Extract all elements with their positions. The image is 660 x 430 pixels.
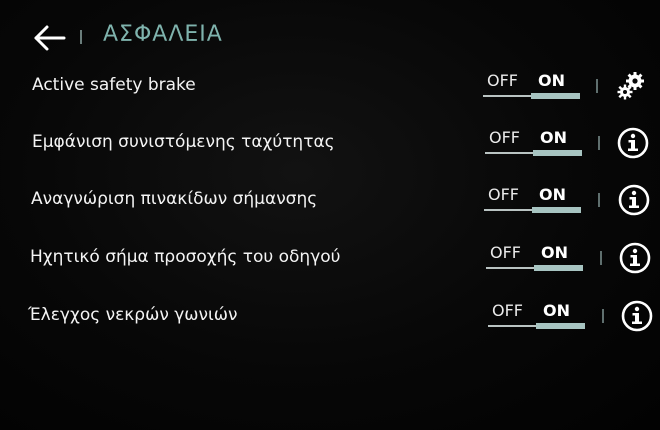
page-title: ΑΣΦΑΛΕΙΑ xyxy=(103,22,223,47)
header-divider xyxy=(80,30,82,44)
gears-icon xyxy=(617,72,644,100)
toggle-indicator-on xyxy=(533,150,582,156)
toggle-on-label[interactable]: ON xyxy=(539,185,566,204)
info-button[interactable] xyxy=(617,183,651,217)
toggle-indicator-on xyxy=(532,207,581,213)
setting-label: Αναγνώριση πινακίδων σήμανσης xyxy=(31,189,318,209)
row-divider xyxy=(596,79,598,93)
setting-row-driver-attention-alert: Ηχητικό σήμα προσοχής του οδηγού OFF ON xyxy=(0,229,660,285)
setting-label: Ηχητικό σήμα προσοχής του οδηγού xyxy=(30,247,341,267)
info-icon xyxy=(621,300,653,332)
toggle-indicator-on xyxy=(534,265,583,271)
setting-row-traffic-sign-recognition: Αναγνώριση πινακίδων σήμανσης OFF ON xyxy=(0,171,660,227)
info-icon xyxy=(618,184,650,216)
setting-label: Active safety brake xyxy=(32,75,196,95)
toggle-driver-attention-alert[interactable]: OFF ON xyxy=(486,241,584,277)
arrow-left-icon xyxy=(34,25,66,51)
toggle-off-label[interactable]: OFF xyxy=(490,243,521,262)
setting-row-active-safety-brake: Active safety brake OFF ON xyxy=(0,57,660,113)
toggle-indicator-on xyxy=(531,93,580,99)
info-button[interactable] xyxy=(616,126,650,160)
toggle-active-safety-brake[interactable]: OFF ON xyxy=(483,69,581,105)
setting-row-blind-spot-monitoring: Έλεγχος νεκρών γωνιών OFF ON xyxy=(0,287,660,343)
safety-settings-screen: ΑΣΦΑΛΕΙΑ Active safety brake OFF ON Εμφά… xyxy=(0,0,660,430)
setting-label: Έλεγχος νεκρών γωνιών xyxy=(28,305,238,325)
row-divider xyxy=(600,251,602,265)
toggle-on-label[interactable]: ON xyxy=(543,301,570,320)
toggle-on-label[interactable]: ON xyxy=(538,71,565,90)
row-divider xyxy=(598,193,600,207)
info-button[interactable] xyxy=(620,299,654,333)
setting-row-recommended-speed: Εμφάνιση συνιστόμενης ταχύτητας OFF ON xyxy=(0,114,660,170)
info-button[interactable] xyxy=(618,241,652,275)
info-icon xyxy=(617,127,649,159)
toggle-recommended-speed[interactable]: OFF ON xyxy=(485,126,583,162)
setting-label: Εμφάνιση συνιστόμενης ταχύτητας xyxy=(32,132,335,152)
toggle-on-label[interactable]: ON xyxy=(540,128,567,147)
toggle-off-label[interactable]: OFF xyxy=(487,71,518,90)
toggle-off-label[interactable]: OFF xyxy=(488,185,519,204)
row-divider xyxy=(602,309,604,323)
toggle-traffic-sign-recognition[interactable]: OFF ON xyxy=(484,183,582,219)
toggle-indicator-on xyxy=(536,323,585,329)
row-divider xyxy=(598,136,600,150)
toggle-off-label[interactable]: OFF xyxy=(489,128,520,147)
toggle-blind-spot-monitoring[interactable]: OFF ON xyxy=(488,299,586,335)
back-button[interactable] xyxy=(30,22,70,54)
info-icon xyxy=(619,242,651,274)
toggle-on-label[interactable]: ON xyxy=(541,243,568,262)
settings-button[interactable] xyxy=(614,69,648,103)
toggle-off-label[interactable]: OFF xyxy=(492,301,523,320)
